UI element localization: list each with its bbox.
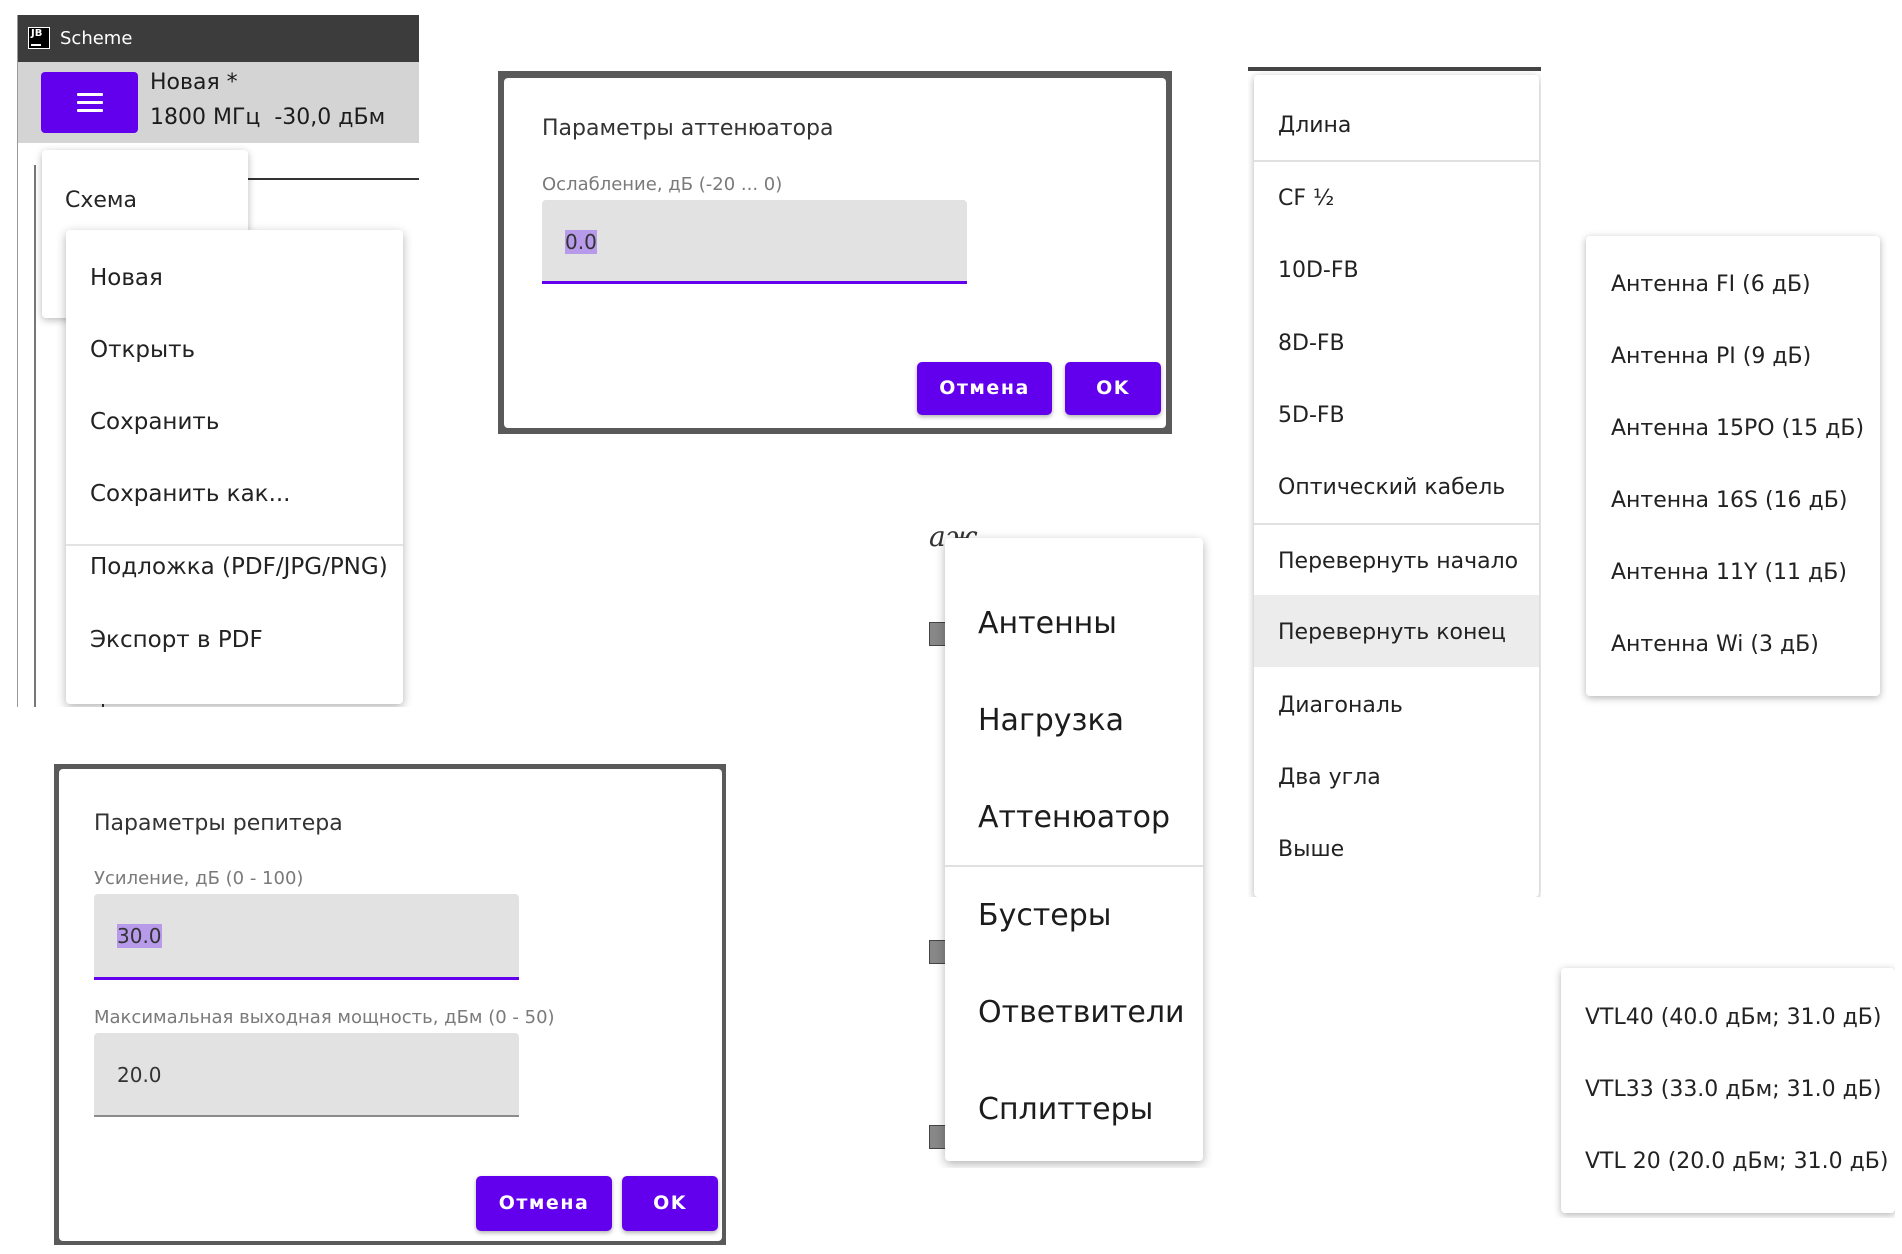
level-value: -30,0 дБм [274, 105, 386, 130]
menu-item-cable-10d[interactable]: 10D-FB [1278, 258, 1359, 283]
attenuation-field[interactable]: 0.0 [542, 200, 967, 284]
menu-item-length[interactable]: Длина [1278, 113, 1351, 138]
menu-item-save-as[interactable]: Сохранить как... [90, 481, 291, 507]
dialog-title: Параметры аттенюатора [542, 116, 834, 141]
document-name: Новая * [150, 70, 238, 95]
menu-item-optical[interactable]: Оптический кабель [1278, 475, 1505, 500]
menu-divider [1254, 160, 1539, 162]
menu-item-underlay[interactable]: Подложка (PDF/JPG/PNG) [90, 554, 388, 580]
menu-item-splitters[interactable]: Сплиттеры [978, 1092, 1153, 1127]
repeater-dialog-backdrop: Параметры репитера Усиление, дБ (0 - 100… [54, 764, 726, 1245]
attenuator-dialog: Параметры аттенюатора Ослабление, дБ (-2… [504, 78, 1166, 428]
app-logo-icon: JB [28, 27, 50, 49]
app-toolbar: Новая * 1800 МГц -30,0 дБм [18, 62, 419, 143]
menu-item-flip-start[interactable]: Перевернуть начало [1278, 549, 1518, 574]
repeater-dialog: Параметры репитера Усиление, дБ (0 - 100… [59, 769, 722, 1241]
antenna-menu: Антенна FI (6 дБ) Антенна PI (9 дБ) Анте… [1586, 236, 1880, 696]
menu-item-diagonal[interactable]: Диагональ [1278, 693, 1403, 718]
file-menu: Новая Открыть Сохранить Сохранить как...… [66, 230, 403, 704]
menu-button[interactable] [41, 72, 138, 133]
menu-item-antenna-pi[interactable]: Антенна PI (9 дБ) [1611, 344, 1811, 369]
dialog-title: Параметры репитера [94, 811, 343, 836]
app-logo-text: JB [31, 28, 43, 39]
menu-item-attenuator[interactable]: Аттенюатор [978, 800, 1170, 835]
menu-item-antenna-16s[interactable]: Антенна 16S (16 дБ) [1611, 488, 1847, 513]
menu-divider [945, 865, 1203, 867]
menu-item-cable-8d[interactable]: 8D-FB [1278, 331, 1345, 356]
booster-menu-panel: VTL40 (40.0 дБм; 31.0 дБ) VTL33 (33.0 дБ… [1545, 960, 1895, 1218]
document-info: 1800 МГц -30,0 дБм [150, 105, 385, 130]
attenuation-value: 0.0 [565, 230, 597, 254]
menu-item-export-pdf[interactable]: Экспорт в PDF [90, 627, 263, 653]
gain-value: 30.0 [117, 924, 162, 948]
gain-field[interactable]: 30.0 [94, 894, 519, 980]
attenuation-label: Ослабление, дБ (-20 ... 0) [542, 174, 783, 195]
antenna-menu-panel: Антенна FI (6 дБ) Антенна PI (9 дБ) Анте… [1572, 226, 1889, 709]
menu-divider [1254, 523, 1539, 525]
cable-menu: Длина CF ½ 10D-FB 8D-FB 5D-FB Оптический… [1254, 75, 1539, 897]
menu-item-open[interactable]: Открыть [90, 337, 195, 363]
menu-item-cable-cf[interactable]: CF ½ [1278, 186, 1334, 211]
menu-item-new[interactable]: Новая [90, 265, 163, 291]
menu-item-vtl33[interactable]: VTL33 (33.0 дБм; 31.0 дБ) [1585, 1077, 1881, 1102]
menu-item-cable-5d[interactable]: 5D-FB [1278, 403, 1345, 428]
cancel-button[interactable]: Отмена [917, 362, 1052, 415]
booster-menu: VTL40 (40.0 дБм; 31.0 дБ) VTL33 (33.0 дБ… [1561, 968, 1895, 1213]
menu-item-boosters[interactable]: Бустеры [978, 898, 1112, 933]
hamburger-icon [77, 93, 103, 96]
app-window: JB Scheme Новая * 1800 МГц -30,0 дБм Схе… [17, 15, 419, 707]
menu-divider [66, 544, 403, 546]
menu-item-couplers[interactable]: Ответвители [978, 995, 1184, 1030]
menu-item-vtl40[interactable]: VTL40 (40.0 дБм; 31.0 дБ) [1585, 1005, 1881, 1030]
menu-item-antenna-fi[interactable]: Антенна FI (6 дБ) [1611, 272, 1811, 297]
cable-menu-panel: Длина CF ½ 10D-FB 8D-FB 5D-FB Оптический… [1248, 67, 1541, 897]
menu-item-save[interactable]: Сохранить [90, 409, 219, 435]
canvas-border [34, 165, 36, 707]
menu-item-flip-end[interactable]: Перевернуть конец [1278, 620, 1506, 645]
menu-item-antenna-15po[interactable]: Антенна 15PO (15 дБ) [1611, 416, 1864, 441]
ok-button[interactable]: OK [622, 1176, 718, 1231]
gain-label: Усиление, дБ (0 - 100) [94, 868, 304, 889]
frequency-value: 1800 МГц [150, 105, 261, 130]
window-titlebar: JB Scheme [18, 15, 419, 62]
attenuator-dialog-backdrop: Параметры аттенюатора Ослабление, дБ (-2… [498, 71, 1172, 434]
category-menu-panel: аж Антенны Нагрузка Аттенюатор Бустеры О… [927, 520, 1217, 1168]
menu-item-antenna-11y[interactable]: Антенна 11Y (11 дБ) [1611, 560, 1847, 585]
menu-item-vtl20[interactable]: VTL 20 (20.0 дБм; 31.0 дБ) [1585, 1149, 1888, 1174]
category-menu: Антенны Нагрузка Аттенюатор Бустеры Отве… [945, 538, 1203, 1161]
menu-item-higher[interactable]: Выше [1278, 837, 1344, 862]
ok-button[interactable]: OK [1065, 362, 1161, 415]
menu-item-scheme[interactable]: Схема [65, 188, 137, 213]
menu-item-antennas[interactable]: Антенны [978, 606, 1117, 641]
power-value: 20.0 [117, 1063, 162, 1087]
menu-item-load[interactable]: Нагрузка [978, 703, 1124, 738]
power-label: Максимальная выходная мощность, дБм (0 -… [94, 1007, 555, 1028]
menu-item-two-corners[interactable]: Два угла [1278, 765, 1381, 790]
window-title: Scheme [60, 28, 133, 49]
menu-item-antenna-wi[interactable]: Антенна Wi (3 дБ) [1611, 632, 1819, 657]
cancel-button[interactable]: Отмена [476, 1176, 612, 1231]
power-field[interactable]: 20.0 [94, 1033, 519, 1117]
